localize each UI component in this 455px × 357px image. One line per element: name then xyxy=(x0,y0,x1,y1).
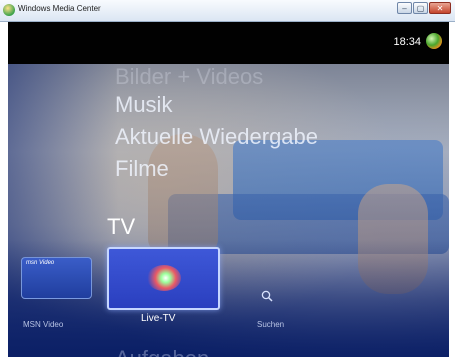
media-center-app-icon xyxy=(3,4,15,16)
top-bar: 18:34 xyxy=(8,22,449,64)
tile-label-suchen: Suchen xyxy=(257,320,285,329)
media-center-window: Windows Media Center – ▢ ✕ 18:34 Bilder … xyxy=(0,0,455,357)
clock: 18:34 xyxy=(393,36,421,48)
background-overlay xyxy=(8,64,449,357)
section-title-tv: TV xyxy=(107,214,136,239)
search-icon[interactable] xyxy=(261,290,273,302)
menu-item-bilder[interactable]: Bilder + Videos xyxy=(115,64,263,90)
window-controls: – ▢ ✕ xyxy=(396,2,451,14)
close-button[interactable]: ✕ xyxy=(429,2,451,14)
live-tv-glow-icon xyxy=(147,265,181,291)
menu-item-aufgaben[interactable]: Aufgaben xyxy=(115,346,209,357)
media-center-content: 18:34 Bilder + Videos Musik Aktuelle Wie… xyxy=(8,22,449,357)
title-bar: Windows Media Center – ▢ ✕ xyxy=(0,0,455,22)
menu-item-musik[interactable]: Musik xyxy=(115,92,172,118)
windows-logo-icon[interactable] xyxy=(426,33,442,49)
tile-live-tv[interactable] xyxy=(107,247,220,310)
menu-item-filme[interactable]: Filme xyxy=(115,156,169,182)
minimize-button[interactable]: – xyxy=(397,2,412,14)
menu-item-aktuelle-wiedergabe[interactable]: Aktuelle Wiedergabe xyxy=(115,124,318,150)
maximize-button[interactable]: ▢ xyxy=(413,2,428,14)
msn-video-logo: msn Video xyxy=(26,260,55,266)
tile-label-live-tv: Live-TV xyxy=(141,313,176,324)
tile-label-msn-video: MSN Video xyxy=(23,320,64,329)
window-title: Windows Media Center xyxy=(18,4,101,13)
tile-msn-video[interactable]: msn Video xyxy=(21,257,92,299)
background-scene: Bilder + Videos Musik Aktuelle Wiedergab… xyxy=(8,64,449,357)
